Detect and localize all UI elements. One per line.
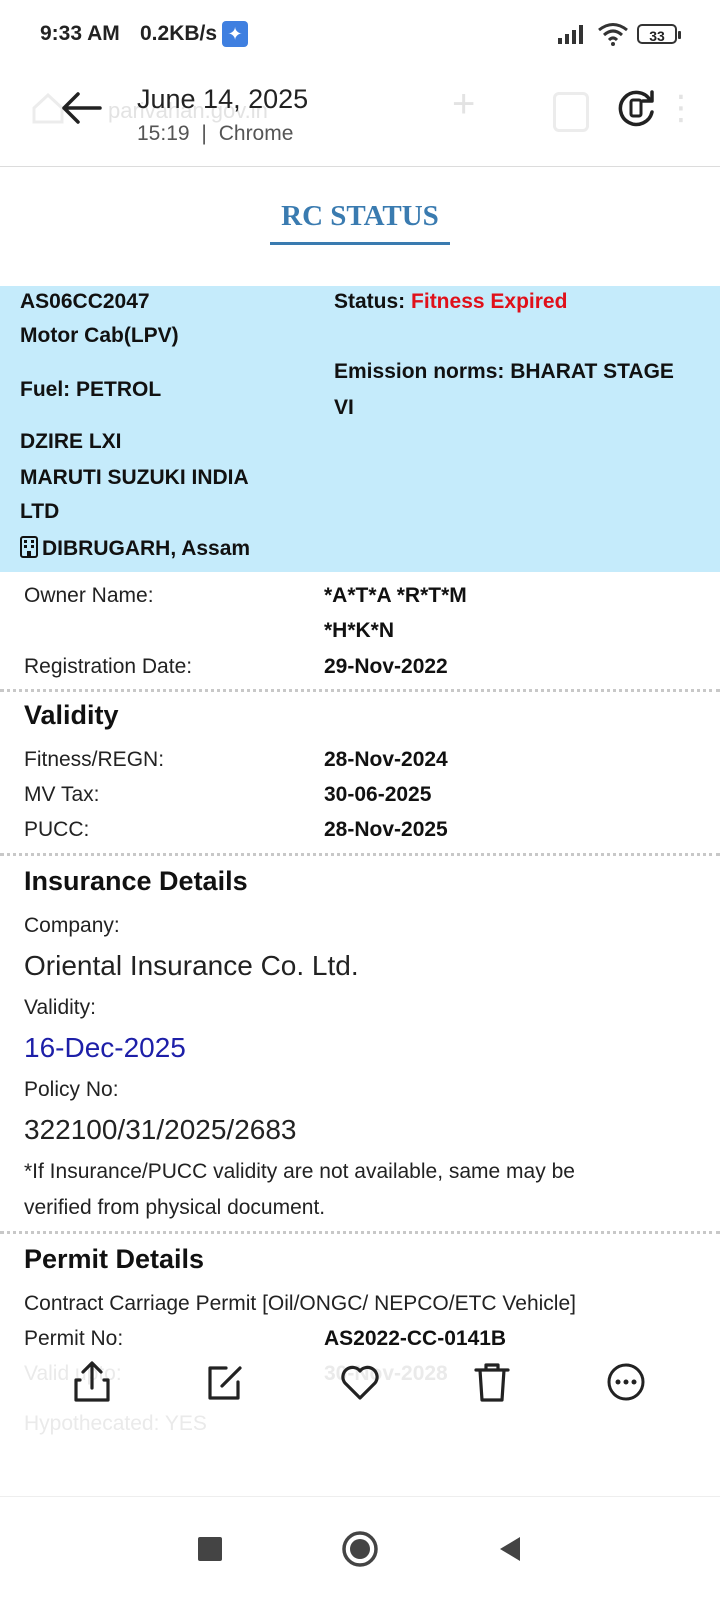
separator: | bbox=[201, 122, 207, 145]
maker-name: MARUTI SUZUKI INDIA bbox=[20, 466, 249, 489]
home-button-icon[interactable] bbox=[336, 1525, 384, 1573]
insurance-heading: Insurance Details bbox=[24, 866, 248, 896]
emission-norms: Emission norms: BHARAT STAGE bbox=[334, 360, 674, 383]
vehicle-summary-panel: AS06CC2047 Motor Cab(LPV) Fuel: PETROL D… bbox=[0, 286, 720, 572]
policy-value: 322100/31/2025/2683 bbox=[24, 1114, 297, 1145]
policy-label: Policy No: bbox=[24, 1078, 119, 1101]
insurance-company-label: Company: bbox=[24, 914, 120, 937]
insurance-validity-label: Validity: bbox=[24, 996, 96, 1019]
action-bar bbox=[0, 1346, 720, 1466]
ghost-menu-icon: ⋮ bbox=[664, 89, 698, 127]
status-bar: 9:33 AM 0.2KB/s ✦ 33 bbox=[0, 0, 720, 70]
more-icon[interactable] bbox=[602, 1358, 650, 1406]
divider bbox=[0, 689, 720, 692]
network-speed: 0.2KB/s bbox=[140, 22, 218, 45]
clock: 9:33 AM bbox=[40, 22, 120, 45]
vehicle-class: Motor Cab(LPV) bbox=[20, 324, 179, 347]
status-line: Status: Fitness Expired bbox=[334, 290, 567, 314]
source-app: Chrome bbox=[218, 122, 294, 145]
title-underline bbox=[270, 242, 450, 245]
owner-value: *A*T*A *R*T*M bbox=[324, 584, 467, 607]
pucc-value: 28-Nov-2025 bbox=[324, 818, 448, 841]
signal-icon bbox=[558, 25, 583, 44]
sparkle-icon: ✦ bbox=[222, 21, 248, 47]
trash-icon[interactable] bbox=[468, 1358, 516, 1406]
back-arrow-icon[interactable] bbox=[56, 88, 106, 128]
owner-label: Owner Name: bbox=[24, 584, 154, 607]
divider bbox=[0, 853, 720, 856]
insurance-note: *If Insurance/PUCC validity are not avai… bbox=[24, 1160, 575, 1183]
mv-tax-value: 30-06-2025 bbox=[324, 783, 432, 806]
system-nav-bar bbox=[0, 1496, 720, 1601]
status-label: Status: bbox=[334, 290, 406, 313]
page-title: RC STATUS bbox=[281, 200, 439, 232]
back-triangle-icon[interactable] bbox=[486, 1525, 534, 1573]
battery-icon: 33 bbox=[637, 24, 681, 44]
insurance-validity-value: 16-Dec-2025 bbox=[24, 1032, 186, 1063]
edit-icon[interactable] bbox=[200, 1358, 248, 1406]
insurance-company-value: Oriental Insurance Co. Ltd. bbox=[24, 950, 359, 981]
recents-icon[interactable] bbox=[186, 1525, 234, 1573]
registration-date-value: 29-Nov-2022 bbox=[324, 655, 448, 678]
insurance-note-cont: verified from physical document. bbox=[24, 1196, 326, 1219]
registration-number: AS06CC2047 bbox=[20, 290, 150, 313]
heart-icon[interactable] bbox=[336, 1358, 384, 1406]
vehicle-model: DZIRE LXI bbox=[20, 430, 122, 453]
validity-heading: Validity bbox=[24, 700, 119, 730]
ghost-tabs-icon bbox=[553, 92, 589, 132]
share-icon[interactable] bbox=[68, 1358, 116, 1406]
wifi-icon bbox=[598, 23, 628, 46]
viewer-header: parivahan.gov.in + ⋮ June 14, 2025 15:19… bbox=[0, 70, 720, 167]
owner-value-cont: *H*K*N bbox=[324, 619, 395, 642]
status-badge: Fitness Expired bbox=[411, 290, 568, 313]
screenshot-date: June 14, 2025 bbox=[137, 84, 309, 114]
permit-type: Contract Carriage Permit [Oil/ONGC/ NEPC… bbox=[24, 1292, 576, 1315]
screenshot-source: 15:19 | Chrome bbox=[137, 122, 293, 146]
rto-location: DIBRUGARH, Assam bbox=[20, 536, 250, 561]
screenshot-time: 15:19 bbox=[137, 122, 190, 145]
permit-heading: Permit Details bbox=[24, 1244, 205, 1274]
registration-date-label: Registration Date: bbox=[24, 655, 193, 678]
building-icon bbox=[20, 536, 38, 558]
fitness-label: Fitness/REGN: bbox=[24, 748, 165, 771]
rto-location-text: DIBRUGARH, Assam bbox=[42, 537, 251, 560]
fuel-type: Fuel: PETROL bbox=[20, 378, 162, 401]
emission-norms-cont: VI bbox=[334, 396, 354, 419]
ghost-plus-icon: + bbox=[452, 82, 476, 126]
fitness-value: 28-Nov-2024 bbox=[324, 748, 448, 771]
mv-tax-label: MV Tax: bbox=[24, 783, 100, 806]
maker-name-cont: LTD bbox=[20, 500, 60, 523]
pucc-label: PUCC: bbox=[24, 818, 90, 841]
divider bbox=[0, 1231, 720, 1234]
rotate-icon[interactable] bbox=[614, 86, 658, 130]
